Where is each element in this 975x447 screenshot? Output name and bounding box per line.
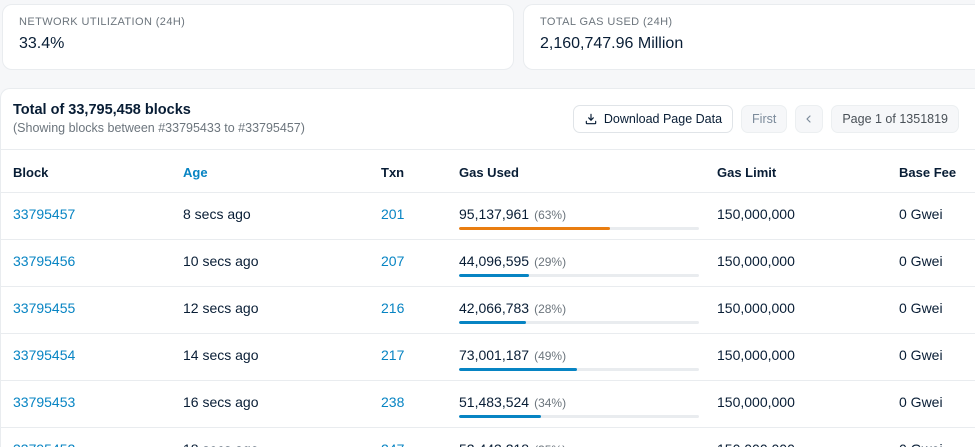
block-link[interactable]: 33795457 xyxy=(13,206,75,222)
gas-used-percent: (49%) xyxy=(534,349,566,363)
base-fee-cell: 0 Gwei xyxy=(889,240,975,287)
age-cell: 18 secs ago xyxy=(173,428,371,447)
gas-used-percent: (29%) xyxy=(534,255,566,269)
age-column-toggle[interactable]: Age xyxy=(183,165,208,180)
txn-link[interactable]: 217 xyxy=(381,347,404,363)
blocks-range-subtitle: (Showing blocks between #33795433 to #33… xyxy=(13,121,305,135)
column-header-gas-limit: Gas Limit xyxy=(707,150,889,193)
first-page-button[interactable]: First xyxy=(741,105,787,133)
gas-used-percent: (28%) xyxy=(534,302,566,316)
gas-used-value: 51,483,524 xyxy=(459,394,529,410)
download-page-data-label: Download Page Data xyxy=(604,112,722,126)
column-header-gas-used: Gas Used xyxy=(449,150,707,193)
gas-used-cell: 44,096,595 (29%) xyxy=(449,240,707,287)
age-cell: 8 secs ago xyxy=(173,193,371,240)
block-link[interactable]: 33795454 xyxy=(13,347,75,363)
base-fee-cell: 0 Gwei xyxy=(889,428,975,447)
base-fee-cell: 0 Gwei xyxy=(889,334,975,381)
gas-progress-track xyxy=(459,227,699,230)
txn-link[interactable]: 247 xyxy=(381,441,404,447)
gas-progress-track xyxy=(459,274,699,277)
first-page-label: First xyxy=(752,112,776,126)
table-row: 33795452 18 secs ago 247 52,443,218 (35%… xyxy=(1,428,975,447)
block-link[interactable]: 33795456 xyxy=(13,253,75,269)
gas-progress-fill xyxy=(459,274,529,277)
blocks-table-card: Total of 33,795,458 blocks (Showing bloc… xyxy=(0,88,975,447)
block-link[interactable]: 33795455 xyxy=(13,300,75,316)
blocks-card-header: Total of 33,795,458 blocks (Showing bloc… xyxy=(1,89,975,150)
network-utilization-card: NETWORK UTILIZATION (24H) 33.4% xyxy=(2,4,514,70)
gas-used-cell: 42,066,783 (28%) xyxy=(449,287,707,334)
txn-link[interactable]: 216 xyxy=(381,300,404,316)
txn-link[interactable]: 238 xyxy=(381,394,404,410)
gas-used-cell: 51,483,524 (34%) xyxy=(449,381,707,428)
total-gas-used-value: 2,160,747.96 Million xyxy=(540,35,959,53)
txn-link[interactable]: 207 xyxy=(381,253,404,269)
gas-progress-track xyxy=(459,368,699,371)
base-fee-cell: 0 Gwei xyxy=(889,381,975,428)
download-icon xyxy=(584,112,598,126)
gas-limit-cell: 150,000,000 xyxy=(707,428,889,447)
download-page-data-button[interactable]: Download Page Data xyxy=(573,105,733,133)
age-cell: 16 secs ago xyxy=(173,381,371,428)
block-link[interactable]: 33795453 xyxy=(13,394,75,410)
table-row: 33795456 10 secs ago 207 44,096,595 (29%… xyxy=(1,240,975,287)
table-header-row: Block Age Txn Gas Used Gas Limit Base Fe… xyxy=(1,150,975,193)
column-header-base-fee: Base Fee xyxy=(889,150,975,193)
table-row: 33795455 12 secs ago 216 42,066,783 (28%… xyxy=(1,287,975,334)
gas-used-cell: 73,001,187 (49%) xyxy=(449,334,707,381)
gas-limit-cell: 150,000,000 xyxy=(707,240,889,287)
gas-progress-fill xyxy=(459,415,541,418)
gas-progress-fill xyxy=(459,321,526,324)
gas-progress-track xyxy=(459,415,699,418)
table-row: 33795454 14 secs ago 217 73,001,187 (49%… xyxy=(1,334,975,381)
blocks-table: Block Age Txn Gas Used Gas Limit Base Fe… xyxy=(1,150,975,447)
gas-limit-cell: 150,000,000 xyxy=(707,193,889,240)
table-row: 33795453 16 secs ago 238 51,483,524 (34%… xyxy=(1,381,975,428)
gas-progress-fill xyxy=(459,368,577,371)
stats-row: NETWORK UTILIZATION (24H) 33.4% TOTAL GA… xyxy=(0,0,975,70)
column-header-txn: Txn xyxy=(371,150,449,193)
base-fee-cell: 0 Gwei xyxy=(889,193,975,240)
gas-used-percent: (63%) xyxy=(534,208,566,222)
gas-limit-cell: 150,000,000 xyxy=(707,287,889,334)
gas-used-cell: 52,443,218 (35%) xyxy=(449,428,707,447)
blocks-total-title: Total of 33,795,458 blocks xyxy=(13,102,305,118)
network-utilization-label: NETWORK UTILIZATION (24H) xyxy=(19,16,497,28)
gas-used-value: 44,096,595 xyxy=(459,253,529,269)
column-header-block: Block xyxy=(1,150,173,193)
txn-link[interactable]: 201 xyxy=(381,206,404,222)
page-indicator: Page 1 of 1351819 xyxy=(831,105,959,133)
gas-used-cell: 95,137,961 (63%) xyxy=(449,193,707,240)
base-fee-cell: 0 Gwei xyxy=(889,287,975,334)
gas-used-value: 52,443,218 xyxy=(459,441,529,447)
age-cell: 10 secs ago xyxy=(173,240,371,287)
gas-progress-fill xyxy=(459,227,610,230)
total-gas-used-card: TOTAL GAS USED (24H) 2,160,747.96 Millio… xyxy=(523,4,975,70)
network-utilization-value: 33.4% xyxy=(19,35,497,53)
gas-progress-track xyxy=(459,321,699,324)
gas-used-value: 42,066,783 xyxy=(459,300,529,316)
pagination-controls: Download Page Data First Page 1 of 13518… xyxy=(573,105,963,133)
gas-used-value: 95,137,961 xyxy=(459,206,529,222)
block-link[interactable]: 33795452 xyxy=(13,441,75,447)
gas-used-percent: (35%) xyxy=(534,443,566,447)
age-cell: 12 secs ago xyxy=(173,287,371,334)
previous-page-button[interactable] xyxy=(795,105,823,133)
chevron-left-icon xyxy=(803,113,815,125)
gas-limit-cell: 150,000,000 xyxy=(707,334,889,381)
gas-limit-cell: 150,000,000 xyxy=(707,381,889,428)
gas-used-value: 73,001,187 xyxy=(459,347,529,363)
blocks-explorer-page: NETWORK UTILIZATION (24H) 33.4% TOTAL GA… xyxy=(0,0,975,447)
table-row: 33795457 8 secs ago 201 95,137,961 (63%)… xyxy=(1,193,975,240)
age-cell: 14 secs ago xyxy=(173,334,371,381)
blocks-card-header-text: Total of 33,795,458 blocks (Showing bloc… xyxy=(13,102,305,135)
total-gas-used-label: TOTAL GAS USED (24H) xyxy=(540,16,959,28)
gas-used-percent: (34%) xyxy=(534,396,566,410)
